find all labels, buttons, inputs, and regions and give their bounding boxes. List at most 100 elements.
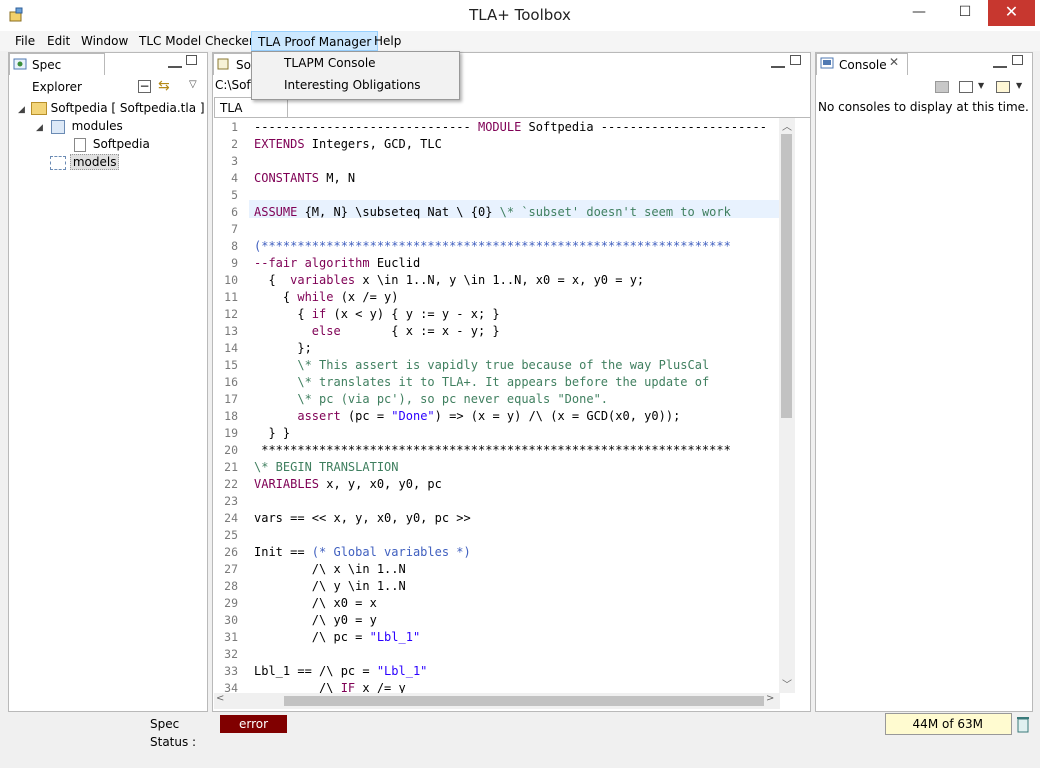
console-panel: [815, 52, 1033, 712]
view-menu-icon[interactable]: ▽: [189, 79, 201, 91]
code-token: (x < y) { y := y - x; }: [326, 307, 500, 321]
code-editor[interactable]: 1 ------------------------------ MODULE S…: [214, 118, 780, 693]
modules-folder-icon: [50, 119, 65, 134]
tree-item-spec[interactable]: ◢ Softpedia [ Softpedia.tla ]: [18, 99, 206, 117]
code-token: if: [311, 307, 327, 321]
line-number: 8: [231, 239, 238, 253]
scroll-right-icon[interactable]: >: [766, 693, 774, 704]
code-token: Init ==: [254, 545, 312, 559]
menu-edit[interactable]: Edit: [41, 31, 76, 51]
collapse-all-icon[interactable]: −: [138, 80, 151, 93]
spec-status-label: Spec Status :: [150, 717, 197, 749]
horizontal-scrollbar[interactable]: < >: [214, 693, 780, 709]
maximize-view-icon[interactable]: [186, 55, 197, 65]
code-line: } }: [254, 426, 290, 440]
open-console-icon[interactable]: [996, 81, 1010, 93]
code-line: /\ IF x /= y: [254, 681, 406, 693]
display-console-icon[interactable]: [959, 81, 973, 93]
expand-arrow-icon[interactable]: ◢: [18, 105, 25, 115]
code-line: /\ x \in 1..N: [254, 562, 406, 576]
tree-label: modules: [71, 119, 123, 133]
code-line: --fair algorithm Euclid: [254, 256, 420, 270]
dropdown-arrow-icon[interactable]: ▼: [978, 81, 984, 90]
code-line: /\ pc = "Lbl_1": [254, 630, 420, 644]
pin-console-icon[interactable]: [935, 81, 949, 93]
code-token: {: [254, 307, 312, 321]
scroll-down-icon[interactable]: ﹀: [782, 676, 792, 691]
tree-label: Softpedia: [92, 137, 150, 151]
line-number: 6: [231, 205, 238, 219]
console-message: No consoles to display at this time.: [818, 100, 1029, 114]
code-line: \* This assert is vapidly true because o…: [254, 358, 709, 372]
console-tab-label: Console: [839, 58, 887, 72]
maximize-button[interactable]: ☐: [942, 0, 988, 26]
console-icon: [820, 57, 834, 70]
code-token: \* `subset' doesn't seem to work: [499, 205, 731, 219]
code-token: {: [254, 273, 291, 287]
line-number: 32: [224, 647, 238, 661]
console-maximize-icon[interactable]: [1012, 55, 1023, 65]
code-token: (* Global variables *): [311, 545, 471, 559]
tree-label: models: [69, 154, 120, 170]
close-button[interactable]: ✕: [988, 0, 1035, 26]
expand-arrow-icon[interactable]: ◢: [36, 123, 43, 133]
menu-window[interactable]: Window: [75, 31, 134, 51]
menu-item-tlapm-console[interactable]: TLAPM Console: [252, 52, 459, 74]
code-token: x /= y: [355, 681, 406, 693]
editor-minimize-icon[interactable]: [771, 54, 785, 68]
spec-folder-icon: [30, 102, 47, 115]
tree-item-modules[interactable]: ◢ modules: [36, 117, 206, 135]
menu-tla-proof-manager[interactable]: TLA Proof Manager: [251, 31, 379, 51]
code-token: { x := x - y; }: [340, 324, 500, 338]
trash-icon[interactable]: [1016, 715, 1030, 733]
code-token: CONSTANTS: [254, 171, 320, 185]
line-number: 1: [231, 120, 238, 134]
line-number: 18: [224, 409, 238, 423]
heap-status[interactable]: 44M of 63M: [885, 713, 1012, 735]
line-number: 9: [231, 256, 238, 270]
code-token: Euclid: [369, 256, 421, 270]
spec-status-value[interactable]: error: [220, 715, 287, 733]
minimize-view-icon[interactable]: [168, 54, 182, 68]
menu-item-interesting-obligations[interactable]: Interesting Obligations: [252, 74, 459, 96]
scroll-up-icon[interactable]: ︿: [782, 118, 792, 133]
tab-tla-module[interactable]: TLA Module: [214, 97, 288, 135]
minimize-button[interactable]: —: [896, 0, 942, 26]
close-console-icon[interactable]: ✕: [889, 56, 901, 68]
menu-tlc-model-checker[interactable]: TLC Model Checker: [133, 31, 260, 51]
code-token: MODULE: [477, 120, 522, 134]
code-token: x \in 1..N, y \in 1..N, x0 = x, y0 = y;: [355, 273, 645, 287]
code-token: VARIABLES: [254, 477, 320, 491]
code-token: (pc =: [340, 409, 392, 423]
scroll-left-icon[interactable]: <: [216, 693, 224, 704]
link-with-editor-icon[interactable]: ⇆: [158, 78, 176, 94]
code-token: variables: [290, 273, 356, 287]
code-token: IF: [340, 681, 356, 693]
code-token: else: [311, 324, 341, 338]
code-token: {M, N} \subseteq Nat \ {0}: [297, 205, 500, 219]
tree-item-softpedia-module[interactable]: Softpedia: [74, 135, 206, 153]
tree-item-models[interactable]: models: [50, 153, 206, 171]
code-token: \* This assert is vapidly true because o…: [297, 358, 710, 372]
code-token: x, y, x0, y0, pc: [319, 477, 442, 491]
tree-label: Softpedia [ Softpedia.tla ]: [50, 101, 205, 115]
menu-file[interactable]: File: [9, 31, 41, 51]
code-line: { while (x /= y): [254, 290, 399, 304]
line-number: 3: [231, 154, 238, 168]
line-number: 16: [224, 375, 238, 389]
vertical-scrollbar[interactable]: ︿ ﹀: [779, 118, 795, 693]
h-scrollbar-thumb[interactable]: [284, 696, 764, 706]
menu-help[interactable]: Help: [368, 31, 407, 51]
code-line: \* translates it to TLA+. It appears bef…: [254, 375, 709, 389]
scrollbar-thumb[interactable]: [781, 134, 792, 418]
line-number: 27: [224, 562, 238, 576]
code-token: /\ pc =: [254, 630, 370, 644]
open-console-dropdown-icon[interactable]: ▼: [1016, 81, 1022, 90]
code-line: };: [254, 341, 311, 355]
line-number: 30: [224, 613, 238, 627]
console-minimize-icon[interactable]: [993, 54, 1007, 68]
line-number: 14: [224, 341, 238, 355]
editor-maximize-icon[interactable]: [790, 55, 801, 65]
